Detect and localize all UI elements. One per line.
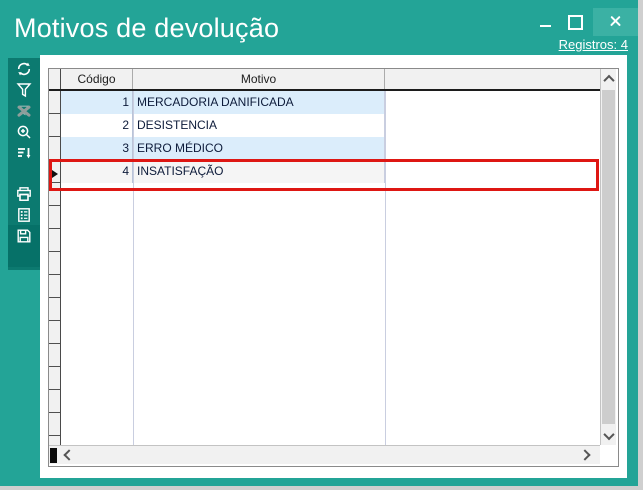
cell-extra[interactable] bbox=[385, 160, 600, 183]
window-title: Motivos de devolução bbox=[14, 13, 279, 44]
app-window: Motivos de devolução Registros: 4 bbox=[0, 0, 638, 486]
zoom-in-icon bbox=[15, 123, 33, 141]
report-icon bbox=[15, 206, 33, 224]
horizontal-scrollbar[interactable] bbox=[49, 445, 600, 464]
table-row[interactable]: 2 DESISTENCIA bbox=[61, 114, 600, 137]
vertical-scrollbar[interactable] bbox=[600, 69, 616, 445]
filter-icon bbox=[15, 81, 33, 99]
report-button[interactable] bbox=[8, 204, 40, 225]
refresh-icon bbox=[15, 60, 33, 78]
cell-motivo[interactable]: DESISTENCIA bbox=[133, 114, 385, 137]
registros-link[interactable]: Registros: 4 bbox=[559, 37, 628, 52]
maximize-button[interactable] bbox=[562, 10, 588, 36]
window-bottom-border bbox=[0, 478, 638, 486]
refresh-button[interactable] bbox=[8, 58, 40, 79]
header-extra[interactable] bbox=[385, 69, 600, 89]
cell-extra[interactable] bbox=[385, 114, 600, 137]
scroll-left-button[interactable] bbox=[61, 447, 77, 463]
scroll-down-button[interactable] bbox=[601, 426, 616, 445]
print-icon bbox=[15, 185, 33, 203]
column-divider bbox=[385, 91, 386, 445]
header-codigo[interactable]: Código bbox=[61, 69, 133, 89]
grid-rows: 1 MERCADORIA DANIFICADA 2 DESISTENCIA 3 … bbox=[61, 91, 600, 183]
filter-button[interactable] bbox=[8, 79, 40, 100]
cell-extra[interactable] bbox=[385, 91, 600, 114]
sort-button[interactable] bbox=[8, 142, 40, 163]
cell-codigo[interactable]: 4 bbox=[61, 160, 133, 183]
vertical-scroll-thumb[interactable] bbox=[602, 90, 615, 424]
cell-codigo[interactable]: 3 bbox=[61, 137, 133, 160]
toolbar bbox=[8, 58, 40, 270]
window-right-border bbox=[627, 55, 638, 486]
desktop-edge bbox=[638, 0, 643, 490]
close-button[interactable] bbox=[593, 8, 638, 36]
save-icon bbox=[15, 227, 33, 245]
scroll-up-button[interactable] bbox=[601, 69, 616, 88]
save-button[interactable] bbox=[8, 225, 40, 267]
clear-filter-icon bbox=[15, 102, 33, 120]
cell-motivo[interactable]: MERCADORIA DANIFICADA bbox=[133, 91, 385, 114]
chevron-right-icon bbox=[579, 449, 590, 460]
cell-codigo[interactable]: 2 bbox=[61, 114, 133, 137]
cell-motivo[interactable]: INSATISFAÇÃO bbox=[133, 160, 385, 183]
desktop-edge bbox=[0, 486, 643, 490]
print-button[interactable] bbox=[8, 183, 40, 204]
minimize-icon bbox=[540, 25, 551, 27]
horizontal-scroll-thumb[interactable] bbox=[50, 448, 57, 463]
table-row[interactable]: 3 ERRO MÉDICO bbox=[61, 137, 600, 160]
header-selector-cell bbox=[49, 69, 61, 89]
chevron-left-icon bbox=[63, 449, 74, 460]
scroll-right-button[interactable] bbox=[577, 447, 593, 463]
maximize-icon bbox=[568, 15, 583, 30]
cell-extra[interactable] bbox=[385, 137, 600, 160]
header-motivo[interactable]: Motivo bbox=[133, 69, 385, 89]
minimize-button[interactable] bbox=[536, 10, 558, 36]
current-row-pointer-icon bbox=[52, 170, 58, 178]
zoom-button[interactable] bbox=[8, 121, 40, 142]
cell-motivo[interactable]: ERRO MÉDICO bbox=[133, 137, 385, 160]
clear-filter-button[interactable] bbox=[8, 100, 40, 121]
screen: Motivos de devolução Registros: 4 bbox=[0, 0, 643, 490]
column-divider bbox=[133, 91, 134, 445]
chevron-down-icon bbox=[603, 428, 614, 439]
sort-desc-icon bbox=[15, 144, 33, 162]
grid-header-row: Código Motivo bbox=[49, 69, 616, 91]
data-grid: Código Motivo 1 MERCADORIA DANIFICADA 2 … bbox=[48, 68, 619, 467]
titlebar[interactable]: Motivos de devolução Registros: 4 bbox=[0, 0, 638, 55]
table-row-selected[interactable]: 4 INSATISFAÇÃO bbox=[61, 160, 600, 183]
cell-codigo[interactable]: 1 bbox=[61, 91, 133, 114]
row-selector-column bbox=[49, 91, 61, 445]
chevron-up-icon bbox=[603, 74, 614, 85]
table-row[interactable]: 1 MERCADORIA DANIFICADA bbox=[61, 91, 600, 114]
